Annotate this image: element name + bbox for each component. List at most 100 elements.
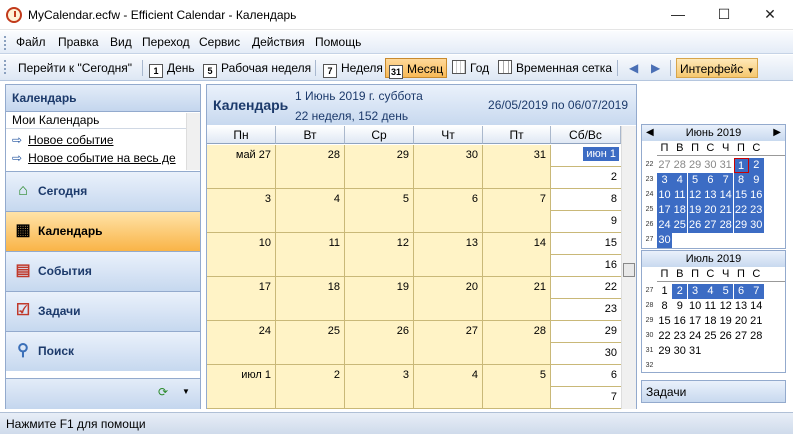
chevron-down-icon[interactable]: ▼ — [182, 387, 190, 396]
nav-events[interactable]: ▤ События — [6, 251, 200, 291]
mini-day[interactable]: 29 — [688, 158, 703, 173]
mini-day[interactable]: 27 — [702, 218, 718, 233]
year-view-button[interactable]: Год — [449, 58, 492, 78]
mini-day[interactable]: 19 — [718, 314, 733, 329]
mini-day[interactable]: 9 — [672, 299, 687, 314]
mini-day[interactable] — [734, 344, 749, 359]
mini-day[interactable]: 25 — [672, 218, 688, 233]
day-cell[interactable]: 4 — [414, 365, 483, 409]
nav-tasks[interactable]: ☑ Задачи — [6, 291, 200, 331]
mini-day[interactable] — [734, 233, 749, 248]
day-cell[interactable]: май 27 — [207, 145, 276, 189]
mini-day[interactable]: 6 — [733, 284, 749, 299]
mini-day[interactable]: 8 — [657, 299, 672, 314]
mini-day[interactable]: 31 — [718, 158, 733, 173]
day-cell[interactable]: 31 — [483, 145, 551, 189]
mini-day[interactable]: 30 — [748, 218, 764, 233]
week-number[interactable]: 31 — [643, 347, 656, 354]
week-number[interactable]: 25 — [643, 206, 656, 213]
day-cell[interactable]: 18 — [276, 277, 345, 321]
saturday-cell[interactable]: 29 — [551, 321, 621, 343]
saturday-cell[interactable]: 6 — [551, 365, 621, 387]
mini-day[interactable]: 26 — [718, 329, 733, 344]
mini-day[interactable]: 21 — [749, 314, 764, 329]
mini-day[interactable]: 27 — [734, 329, 749, 344]
day-cell[interactable]: 29 — [345, 145, 414, 189]
mini-day[interactable]: 10 — [657, 188, 672, 203]
week-number[interactable]: 22 — [643, 161, 656, 168]
new-allday-event-link[interactable]: Новое событие на весь де — [28, 151, 176, 165]
mini-day[interactable] — [749, 344, 764, 359]
day-cell[interactable]: 14 — [483, 233, 551, 277]
close-button[interactable]: ✕ — [747, 0, 793, 30]
mini-day[interactable]: 3 — [657, 173, 672, 188]
mini-day[interactable]: 4 — [672, 173, 688, 188]
mini-day[interactable] — [718, 344, 733, 359]
mini-day[interactable]: 5 — [718, 284, 734, 299]
mini-day[interactable] — [672, 359, 687, 374]
mini-day[interactable]: 24 — [688, 329, 703, 344]
mini-day[interactable]: 14 — [718, 188, 734, 203]
day-cell[interactable]: 24 — [207, 321, 276, 365]
day-cell[interactable]: 6 — [414, 189, 483, 233]
day-cell[interactable]: 28 — [483, 321, 551, 365]
nav-today[interactable]: ⌂ Сегодня — [6, 171, 200, 211]
mini-day[interactable]: 19 — [687, 203, 703, 218]
interface-dropdown[interactable]: Интерфейс ▼ — [676, 58, 759, 78]
day-cell[interactable]: 2 — [276, 365, 345, 409]
mini-day[interactable]: 11 — [703, 299, 718, 314]
week-number[interactable]: 24 — [643, 191, 656, 198]
mini-day[interactable]: 4 — [702, 284, 718, 299]
configure-icon[interactable]: ⟳ — [158, 385, 168, 399]
menu-tools[interactable]: Сервис — [199, 35, 240, 49]
menu-file[interactable]: Файл — [16, 35, 46, 49]
mini-day[interactable]: 21 — [718, 203, 734, 218]
mini-day[interactable]: 1 — [733, 158, 749, 173]
maximize-button[interactable]: ☐ — [701, 0, 747, 30]
mini-day[interactable]: 15 — [657, 314, 672, 329]
day-view-button[interactable]: 1 День — [146, 58, 198, 78]
mini-day[interactable]: 16 — [748, 188, 764, 203]
mini-day[interactable]: 6 — [702, 173, 718, 188]
mini-day[interactable] — [672, 233, 687, 248]
day-cell[interactable]: 11 — [276, 233, 345, 277]
day-cell[interactable]: 5 — [345, 189, 414, 233]
mini-day[interactable] — [657, 359, 672, 374]
minimize-button[interactable]: — — [655, 0, 701, 30]
saturday-cell[interactable]: 22 — [551, 277, 621, 299]
mini-day[interactable]: 18 — [672, 203, 688, 218]
mini-day[interactable]: 20 — [702, 203, 718, 218]
mini-day[interactable]: 28 — [672, 158, 687, 173]
day-cell[interactable]: 21 — [483, 277, 551, 321]
calendar-scrollbar[interactable] — [621, 126, 636, 409]
mini-day[interactable]: 7 — [718, 173, 734, 188]
week-number[interactable]: 27 — [643, 236, 656, 243]
menu-actions[interactable]: Действия — [252, 35, 305, 49]
mini-day[interactable] — [734, 359, 749, 374]
mini-day[interactable]: 11 — [672, 188, 688, 203]
mini-day[interactable]: 22 — [657, 329, 672, 344]
saturday-cell[interactable]: 15 — [551, 233, 621, 255]
workweek-view-button[interactable]: 5 Рабочая неделя — [200, 58, 314, 78]
prev-month-icon[interactable]: ◀ — [646, 125, 654, 141]
sunday-cell[interactable]: 9 — [551, 211, 621, 233]
day-cell[interactable]: 12 — [345, 233, 414, 277]
mini-day[interactable]: 25 — [703, 329, 718, 344]
mini-day[interactable]: 14 — [749, 299, 764, 314]
mini-day[interactable]: 16 — [672, 314, 687, 329]
mini-day[interactable] — [718, 233, 733, 248]
day-cell[interactable]: 10 — [207, 233, 276, 277]
menubar-grip[interactable] — [4, 36, 7, 50]
day-cell[interactable]: июл 1 — [207, 365, 276, 409]
mini-day[interactable]: 29 — [657, 344, 672, 359]
mini-day[interactable] — [749, 359, 764, 374]
menu-view[interactable]: Вид — [110, 35, 132, 49]
week-number[interactable]: 29 — [643, 317, 656, 324]
menu-help[interactable]: Помощь — [315, 35, 361, 49]
day-cell[interactable]: 3 — [207, 189, 276, 233]
day-cell[interactable]: 20 — [414, 277, 483, 321]
left-panel-scrollbar[interactable] — [186, 113, 200, 170]
day-cell[interactable]: 5 — [483, 365, 551, 409]
saturday-cell[interactable]: июн 1 — [551, 145, 621, 167]
week-number[interactable]: 23 — [643, 176, 656, 183]
